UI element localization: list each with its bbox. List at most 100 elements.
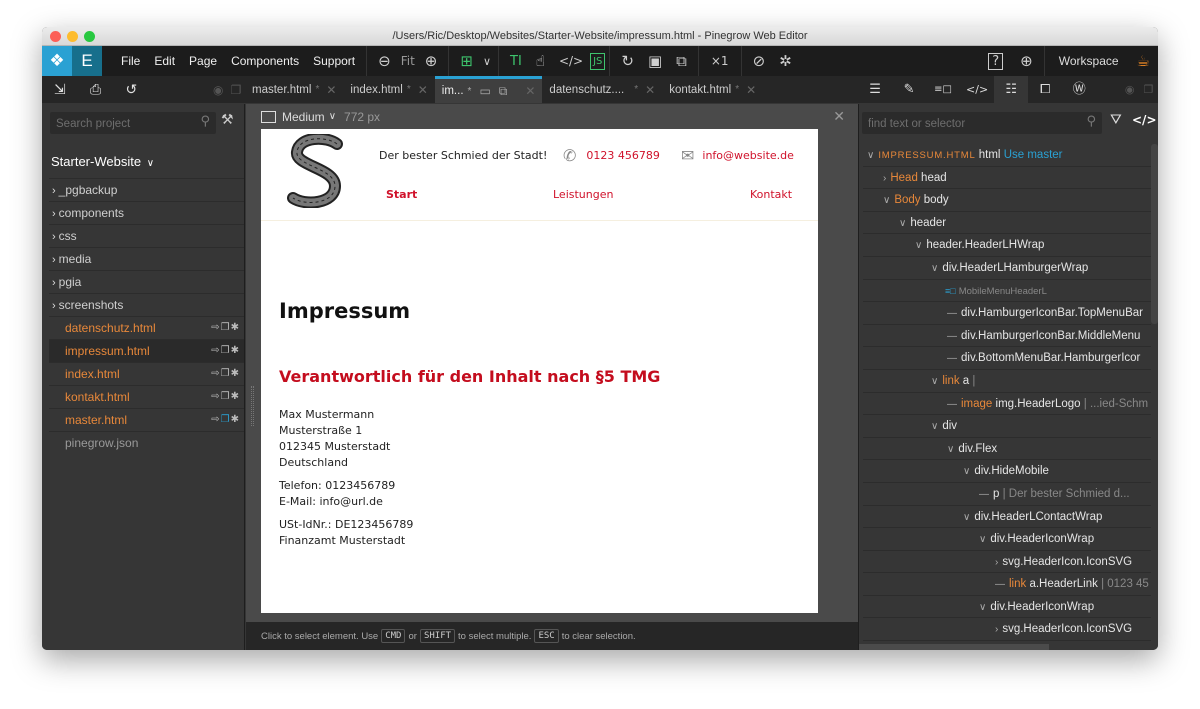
- tree-node-body[interactable]: ∨ Body body: [863, 189, 1151, 212]
- chevron-down-icon[interactable]: ∨: [480, 46, 494, 76]
- chevron-down-icon[interactable]: ∨: [931, 376, 938, 387]
- code-icon[interactable]: </>: [960, 76, 994, 103]
- close-icon[interactable]: ✕: [746, 83, 756, 97]
- open-icon[interactable]: ⇨: [211, 322, 220, 333]
- use-master-link[interactable]: Use master: [1004, 149, 1063, 161]
- menu-components[interactable]: Components: [224, 54, 306, 68]
- tab-impressum[interactable]: im... * ▭ ⧉ ✕: [434, 76, 543, 103]
- import-icon[interactable]: ⇲: [42, 82, 78, 98]
- chevron-right-icon[interactable]: ›: [995, 624, 998, 635]
- folder-components[interactable]: › components: [49, 201, 244, 224]
- page-subheading[interactable]: Verantwortlich für den Inhalt nach §5 TM…: [279, 367, 660, 386]
- tree-node[interactable]: ∨ header.HeaderLHWrap: [863, 234, 1151, 257]
- file-actions[interactable]: ⇨❐✱: [211, 317, 240, 339]
- tagline[interactable]: Der bester Schmied der Stadt!: [379, 149, 547, 162]
- properties-icon[interactable]: ☰: [858, 76, 892, 103]
- open-icon[interactable]: ⇨: [211, 345, 220, 356]
- vertical-scrollbar[interactable]: [1151, 144, 1158, 324]
- file-impressum[interactable]: impressum.html ⇨❐✱: [49, 339, 244, 362]
- open-icon[interactable]: ⇨: [211, 368, 220, 379]
- tab-datenschutz[interactable]: datenschutz.... * ✕: [542, 76, 662, 103]
- tab-index[interactable]: index.html * ✕: [343, 76, 434, 103]
- file-actions[interactable]: ⇨❐✱: [211, 409, 240, 431]
- components-icon[interactable]: ≡□: [926, 76, 960, 103]
- text-edit-icon[interactable]: TI: [503, 46, 529, 76]
- duplicate-icon[interactable]: ❐: [221, 322, 231, 333]
- left-resize-handle[interactable]: [251, 386, 254, 426]
- new-window-icon[interactable]: ⧉: [669, 46, 694, 76]
- new-window-icon[interactable]: ⧉: [499, 84, 508, 99]
- chevron-down-icon[interactable]: ∨: [329, 111, 336, 122]
- nav-leistungen[interactable]: Leistungen: [553, 188, 613, 201]
- master-template-icon[interactable]: ❐: [221, 414, 231, 425]
- chevron-down-icon[interactable]: ∨: [931, 263, 938, 274]
- brush-icon[interactable]: ✎: [892, 76, 926, 103]
- copy-icon[interactable]: ❐: [1139, 76, 1158, 103]
- tree-icon[interactable]: ☷: [994, 76, 1029, 103]
- folder-screenshots[interactable]: › screenshots: [49, 293, 244, 316]
- folder-media[interactable]: › media: [49, 247, 244, 270]
- tree-node-p[interactable]: — p | Der bester Schmied d...: [863, 483, 1151, 506]
- file-pinegrow-json[interactable]: pinegrow.json: [49, 431, 244, 454]
- duplicate-icon[interactable]: ❐: [221, 368, 231, 379]
- refresh-icon[interactable]: ↻: [614, 46, 641, 76]
- chevron-down-icon[interactable]: ∨: [899, 218, 906, 229]
- tree-node[interactable]: ∨ div: [863, 415, 1151, 438]
- file-actions[interactable]: ⇨❐✱: [211, 363, 240, 385]
- find-selector-input[interactable]: [862, 115, 1072, 133]
- chevron-down-icon[interactable]: ∨: [867, 150, 874, 161]
- file-datenschutz[interactable]: datenschutz.html ⇨❐✱: [49, 316, 244, 339]
- js-icon[interactable]: JS: [590, 52, 606, 70]
- search-project-input[interactable]: [50, 115, 190, 133]
- chevron-right-icon[interactable]: ›: [883, 173, 886, 184]
- folder-pgia[interactable]: › pgia: [49, 270, 244, 293]
- code-icon[interactable]: </>: [1132, 113, 1157, 127]
- print-icon[interactable]: ⎙: [78, 82, 114, 98]
- hand-pointer-icon[interactable]: ☝: [529, 46, 552, 76]
- layout-grid-icon[interactable]: ⊞: [453, 46, 480, 76]
- phone-link[interactable]: ✆ 0123 456789: [563, 146, 660, 165]
- tree-node[interactable]: ∨ div.HeaderLContactWrap: [863, 506, 1151, 529]
- tree-node[interactable]: ∨ div.Flex: [863, 438, 1151, 461]
- close-icon[interactable]: ✕: [418, 83, 428, 97]
- chevron-right-icon[interactable]: ›: [995, 557, 998, 568]
- coffee-cup-icon[interactable]: ☕: [1129, 52, 1158, 70]
- tree-node[interactable]: › svg.HeaderIcon.IconSVG: [863, 551, 1151, 574]
- tree-node[interactable]: ∨ div.HeaderIconWrap: [863, 596, 1151, 619]
- close-icon[interactable]: ✕: [326, 83, 336, 97]
- help-icon[interactable]: ?: [988, 52, 1004, 70]
- editor-mode-button[interactable]: E: [72, 46, 102, 76]
- tab-master[interactable]: master.html * ✕: [245, 76, 343, 103]
- tree-node[interactable]: › svg.HeaderIcon.IconSVG: [863, 618, 1151, 642]
- tab-kontakt[interactable]: kontakt.html * ✕: [662, 76, 763, 103]
- page-heading[interactable]: Impressum: [279, 299, 410, 323]
- folder-pgbackup[interactable]: › _pgbackup: [49, 178, 244, 201]
- tree-node[interactable]: ∨ div.HeaderIconWrap: [863, 528, 1151, 551]
- nav-kontakt[interactable]: Kontakt: [750, 188, 792, 201]
- tree-node[interactable]: ∨ header: [863, 212, 1151, 235]
- file-actions[interactable]: ⇨❐✱: [211, 386, 240, 408]
- file-master[interactable]: master.html ⇨❐✱: [49, 408, 244, 431]
- horseshoe-s-logo[interactable]: [287, 134, 347, 208]
- tree-node-html[interactable]: ∨ IMPRESSUM.HTML html Use master: [863, 144, 1151, 167]
- project-title[interactable]: Starter-Website ∨: [51, 154, 154, 169]
- duplicate-icon[interactable]: ❐: [221, 345, 231, 356]
- tree-node[interactable]: — div.HamburgerIconBar.TopMenuBar: [863, 302, 1151, 325]
- tools-icon[interactable]: ⚒: [221, 112, 234, 128]
- file-kontakt[interactable]: kontakt.html ⇨❐✱: [49, 385, 244, 408]
- chevron-down-icon[interactable]: ∨: [979, 534, 986, 545]
- file-actions[interactable]: ⇨❐✱: [211, 340, 240, 362]
- tree-node[interactable]: ∨ div.HeaderLHamburgerWrap: [863, 257, 1151, 280]
- wordpress-icon[interactable]: Ⓦ: [1062, 76, 1096, 103]
- pinegrow-logo-button[interactable]: ❖: [42, 46, 72, 76]
- tree-node-link[interactable]: ∨ link a |: [863, 370, 1151, 393]
- zoom-out-icon[interactable]: ⊖: [371, 46, 398, 76]
- hide-icon[interactable]: ⊘: [746, 46, 773, 76]
- tree-node[interactable]: ∨ div.HideMobile: [863, 460, 1151, 483]
- tree-node-image[interactable]: — image img.HeaderLogo | ...ied-Schm: [863, 393, 1151, 416]
- page-view-icon[interactable]: ▭: [479, 84, 490, 98]
- zoom-in-icon[interactable]: ⊕: [418, 46, 445, 76]
- eye-icon[interactable]: ◉: [1120, 76, 1139, 103]
- chevron-down-icon[interactable]: ∨: [915, 240, 922, 251]
- tree-node-link[interactable]: — link a.HeaderLink | 0123 45: [863, 573, 1151, 596]
